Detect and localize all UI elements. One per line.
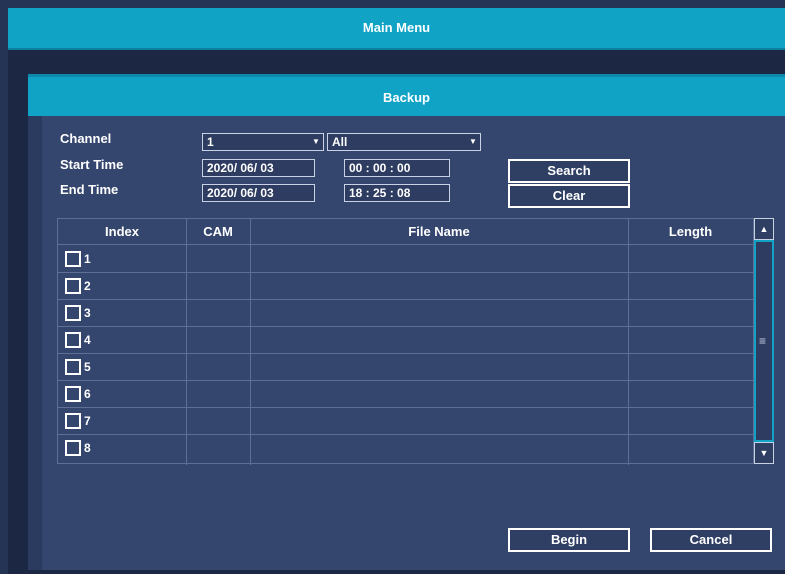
start-time-label: Start Time bbox=[60, 157, 124, 172]
scroll-track[interactable]: ≡ bbox=[754, 240, 774, 442]
main-menu-header: Main Menu bbox=[8, 8, 785, 50]
cancel-button[interactable]: Cancel bbox=[650, 528, 772, 552]
table-row[interactable]: 8 bbox=[58, 435, 755, 464]
column-header-index: Index bbox=[105, 224, 139, 239]
search-button[interactable]: Search bbox=[508, 159, 630, 183]
grip-icon[interactable]: ≡ bbox=[759, 335, 769, 347]
column-header-file-name: File Name bbox=[408, 224, 470, 239]
start-time-input[interactable]: 00 : 00 : 00 bbox=[344, 159, 450, 177]
record-type-select[interactable]: All ▼ bbox=[327, 133, 481, 151]
row-checkbox[interactable] bbox=[65, 440, 81, 456]
table-row[interactable]: 1 bbox=[58, 246, 755, 273]
table-row[interactable]: 4 bbox=[58, 327, 755, 354]
end-time-label: End Time bbox=[60, 182, 119, 197]
row-index: 2 bbox=[84, 279, 91, 293]
arrow-down-icon[interactable]: ▼ bbox=[754, 442, 774, 464]
channel-select-value: 1 bbox=[207, 135, 214, 149]
dialog-left-strip bbox=[28, 116, 42, 570]
table-header: Index CAM File Name Length bbox=[58, 219, 755, 245]
table-row[interactable]: 6 bbox=[58, 381, 755, 408]
column-header-cam: CAM bbox=[203, 224, 233, 239]
table-row[interactable]: 2 bbox=[58, 273, 755, 300]
row-checkbox[interactable] bbox=[65, 413, 81, 429]
channel-label: Channel bbox=[60, 131, 112, 146]
record-type-select-value: All bbox=[332, 135, 348, 149]
table-row[interactable]: 7 bbox=[58, 408, 755, 435]
row-index: 4 bbox=[84, 333, 91, 347]
end-date-input[interactable]: 2020/ 06/ 03 bbox=[202, 184, 315, 202]
row-checkbox[interactable] bbox=[65, 305, 81, 321]
row-checkbox[interactable] bbox=[65, 359, 81, 375]
table-scrollbar[interactable]: ▲ ≡ ▼ bbox=[754, 218, 774, 464]
end-time-input[interactable]: 18 : 25 : 08 bbox=[344, 184, 450, 202]
begin-button[interactable]: Begin bbox=[508, 528, 630, 552]
row-checkbox[interactable] bbox=[65, 332, 81, 348]
arrow-up-icon[interactable]: ▲ bbox=[754, 218, 774, 240]
clear-button[interactable]: Clear bbox=[508, 184, 630, 208]
row-checkbox[interactable] bbox=[65, 251, 81, 267]
column-header-length: Length bbox=[668, 224, 713, 239]
row-checkbox[interactable] bbox=[65, 278, 81, 294]
chevron-down-icon: ▼ bbox=[312, 137, 320, 146]
row-index: 6 bbox=[84, 387, 91, 401]
start-date-input[interactable]: 2020/ 06/ 03 bbox=[202, 159, 315, 177]
table-row[interactable]: 3 bbox=[58, 300, 755, 327]
chevron-down-icon: ▼ bbox=[469, 137, 477, 146]
file-table: Index CAM File Name Length 1 2 3 4 5 6 7… bbox=[57, 218, 755, 465]
backup-dialog-header: Backup bbox=[28, 74, 785, 116]
main-menu-title: Main Menu bbox=[362, 20, 431, 35]
channel-select[interactable]: 1 ▼ bbox=[202, 133, 324, 151]
row-checkbox[interactable] bbox=[65, 386, 81, 402]
row-index: 1 bbox=[84, 252, 91, 266]
row-index: 3 bbox=[84, 306, 91, 320]
row-index: 7 bbox=[84, 414, 91, 428]
table-row[interactable]: 5 bbox=[58, 354, 755, 381]
backup-dialog-title: Backup bbox=[383, 90, 430, 105]
row-index: 8 bbox=[84, 441, 91, 455]
row-index: 5 bbox=[84, 360, 91, 374]
